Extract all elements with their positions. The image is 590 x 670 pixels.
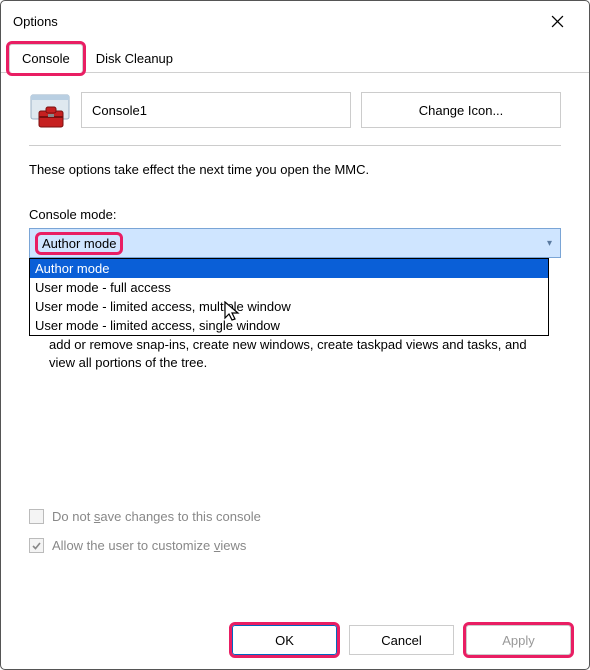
- button-row: OK Cancel Apply: [232, 625, 571, 655]
- checkmark-icon: [31, 540, 42, 551]
- console-mode-label: Console mode:: [29, 207, 561, 222]
- apply-button[interactable]: Apply: [466, 625, 571, 655]
- tab-console[interactable]: Console: [9, 44, 83, 73]
- checkbox-do-not-save-label: Do not save changes to this console: [52, 509, 261, 524]
- checkbox-allow-customize: Allow the user to customize views: [29, 538, 261, 553]
- checkbox-do-not-save: Do not save changes to this console: [29, 509, 261, 524]
- chevron-down-icon: ▾: [547, 238, 552, 249]
- tab-row: Console Disk Cleanup: [1, 43, 589, 73]
- option-author-label: Author mode: [35, 261, 109, 276]
- option-user-limited-single[interactable]: User mode - limited access, single windo…: [30, 316, 548, 335]
- titlebar: Options: [1, 1, 589, 39]
- combo-area: Author mode ▾ Author mode User mode - fu…: [29, 228, 561, 258]
- console-mode-value: Author mode: [42, 236, 116, 251]
- tab-content: Console1 Change Icon... These options ta…: [1, 73, 589, 258]
- checkbox-block: Do not save changes to this console Allo…: [29, 501, 261, 553]
- change-icon-label: Change Icon...: [419, 103, 504, 118]
- console-mode-value-highlight: Author mode: [38, 235, 120, 252]
- cancel-button[interactable]: Cancel: [349, 625, 454, 655]
- tab-disk-cleanup[interactable]: Disk Cleanup: [83, 44, 186, 73]
- checkbox-allow-customize-box: [29, 538, 44, 553]
- checkbox-allow-customize-label: Allow the user to customize views: [52, 538, 246, 553]
- window-title: Options: [13, 14, 58, 29]
- option-user-full[interactable]: User mode - full access: [30, 278, 548, 297]
- console-name-value: Console1: [92, 103, 147, 118]
- intro-text: These options take effect the next time …: [29, 162, 561, 177]
- option-user-limited-single-label: User mode - limited access, single windo…: [35, 318, 280, 333]
- option-author-mode[interactable]: Author mode: [30, 259, 548, 278]
- change-icon-button[interactable]: Change Icon...: [361, 92, 561, 128]
- option-user-full-label: User mode - full access: [35, 280, 171, 295]
- console-mode-dropdown[interactable]: Author mode ▾: [29, 228, 561, 258]
- options-window: Options Console Disk Cleanup: [0, 0, 590, 670]
- close-icon: [551, 15, 564, 28]
- close-button[interactable]: [537, 6, 577, 36]
- apply-label: Apply: [502, 633, 535, 648]
- console-icon: [29, 89, 71, 131]
- separator: [29, 145, 561, 146]
- toolbox-icon: [29, 89, 71, 131]
- option-user-limited-multiple-label: User mode - limited access, multiple win…: [35, 299, 291, 314]
- console-mode-options-list: Author mode User mode - full access User…: [29, 258, 549, 336]
- mode-description: add or remove snap-ins, create new windo…: [49, 336, 541, 371]
- ok-label: OK: [275, 633, 294, 648]
- option-user-limited-multiple[interactable]: User mode - limited access, multiple win…: [30, 297, 548, 316]
- ok-button[interactable]: OK: [232, 625, 337, 655]
- checkbox-do-not-save-box: [29, 509, 44, 524]
- console-mode-label-text: Console mode:: [29, 207, 116, 222]
- tab-disk-cleanup-label: Disk Cleanup: [96, 51, 173, 66]
- console-name-input[interactable]: Console1: [81, 92, 351, 128]
- top-row: Console1 Change Icon...: [29, 89, 561, 131]
- cancel-label: Cancel: [381, 633, 421, 648]
- tab-console-label: Console: [22, 51, 70, 66]
